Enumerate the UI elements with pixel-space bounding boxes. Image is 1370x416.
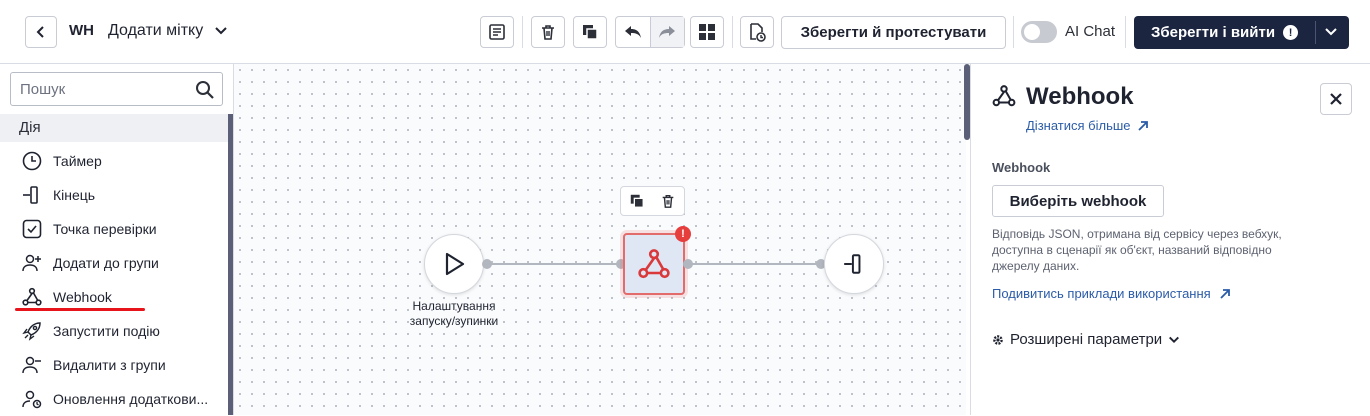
ai-chat-toggle[interactable] [1021,21,1057,43]
toggle-knob [1024,24,1040,40]
sidebar-item-remove-from-group[interactable]: Видалити з групи [0,348,228,382]
webhook-node-output-port[interactable] [683,259,693,269]
flow-name[interactable]: Додати мітку [108,22,203,40]
chevron-down-icon[interactable] [1324,25,1338,39]
sidebar-item-end[interactable]: Кінець [0,178,228,212]
webhook-node[interactable] [623,233,685,295]
sidebar-scrollbar[interactable] [228,114,233,415]
warning-icon: ! [1283,25,1299,40]
top-bar: WH Додати мітку Зберегти й протестувати … [0,0,1370,64]
play-icon [445,252,465,276]
action-list: Таймер Кінець Точка перевірки Додати до … [0,144,228,416]
chevron-left-icon [36,26,44,38]
ai-chat-label: AI Chat [1065,23,1116,40]
copy-icon [583,25,598,40]
webhook-icon [20,285,44,309]
add-to-group-icon [20,251,44,275]
rocket-icon [20,319,44,343]
update-attributes-icon [20,387,44,411]
sidebar-item-label: Видалити з групи [53,357,166,373]
usage-examples-link[interactable]: Подивитись приклади використання [992,286,1231,301]
edge-start-webhook [488,263,622,265]
grid-icon [699,24,715,40]
start-node-caption: Налаштування запуску/зупинки [409,299,499,328]
learn-more-link[interactable]: Дізнатися більше [1026,118,1149,133]
section-header-action: Дія [0,114,228,142]
remove-from-group-icon [20,353,44,377]
search-icon[interactable] [195,80,215,100]
sidebar-item-label: Webhook [53,289,112,305]
external-link-icon [1137,120,1148,131]
webhook-field-label: Webhook [992,160,1051,175]
notes-icon [489,24,505,40]
copy-button[interactable] [573,16,607,48]
sidebar-item-add-to-group[interactable]: Додати до групи [0,246,228,280]
history-button[interactable] [740,16,774,48]
webhook-icon [638,249,670,279]
edge-webhook-end [687,263,821,265]
close-icon [1330,93,1342,105]
checkpoint-icon [20,217,44,241]
notes-button[interactable] [480,16,514,48]
sidebar-item-checkpoint[interactable]: Точка перевірки [0,212,228,246]
document-history-icon [750,23,766,42]
actions-sidebar: Дія Таймер Кінець Точка перевірки Додати… [0,64,234,415]
sidebar-item-label: Запустити подію [53,323,160,339]
flow-canvas[interactable]: Налаштування запуску/зупинки ! [234,64,966,415]
redo-icon [659,26,676,38]
undo-redo-group [615,16,685,48]
webhook-icon [992,85,1016,107]
sidebar-item-label: Точка перевірки [53,221,157,237]
redo-button[interactable] [649,17,684,47]
undo-button[interactable] [616,17,650,47]
sidebar-item-update-attributes[interactable]: Оновлення додаткови... [0,382,228,416]
sidebar-item-trigger-event[interactable]: Запустити подію [0,314,228,348]
webhook-help-text: Відповідь JSON, отримана від сервісу чер… [992,227,1282,273]
save-and-test-button[interactable]: Зберегти й протестувати [781,16,1006,49]
back-button[interactable] [25,16,57,48]
usage-examples-label: Подивитись приклади використання [992,286,1211,301]
delete-button[interactable] [531,16,565,48]
sidebar-item-timer[interactable]: Таймер [0,144,228,178]
node-error-badge: ! [675,226,691,242]
end-icon [844,254,861,274]
node-toolbar [620,186,685,216]
search-input[interactable] [11,73,191,105]
properties-panel: Webhook Дізнатися більше Webhook Виберіт… [970,64,1370,415]
sidebar-item-label: Оновлення додаткови... [53,391,209,407]
trash-icon [542,25,554,40]
end-node[interactable] [824,234,884,294]
sidebar-item-label: Додати до групи [53,255,159,271]
sidebar-item-label: Кінець [53,187,96,203]
timer-icon [20,149,44,173]
layout-button[interactable] [690,16,724,48]
trash-icon[interactable] [660,193,676,209]
save-and-exit-label: Зберегти і вийти [1151,24,1276,41]
gear-icon [993,334,1003,345]
undo-icon [624,26,641,38]
chevron-down-icon[interactable] [214,24,228,38]
highlight-underline [15,308,145,311]
choose-webhook-button[interactable]: Виберіть webhook [992,185,1164,217]
learn-more-label: Дізнатися більше [1026,118,1131,133]
copy-icon[interactable] [629,193,645,209]
advanced-settings-toggle[interactable]: Розширені параметри [992,331,1180,348]
close-panel-button[interactable] [1320,83,1352,115]
sidebar-item-label: Таймер [53,153,102,169]
panel-title: Webhook [1026,83,1134,110]
end-icon [20,183,44,207]
flow-short-name: WH [69,22,94,39]
save-and-exit-button[interactable]: Зберегти і вийти ! [1134,16,1349,49]
start-node-output-port[interactable] [482,259,492,269]
start-node[interactable] [424,234,484,294]
search-box [10,72,223,106]
advanced-settings-label: Розширені параметри [1010,331,1163,348]
external-link-icon [1220,288,1230,299]
chevron-down-icon [1169,336,1180,343]
